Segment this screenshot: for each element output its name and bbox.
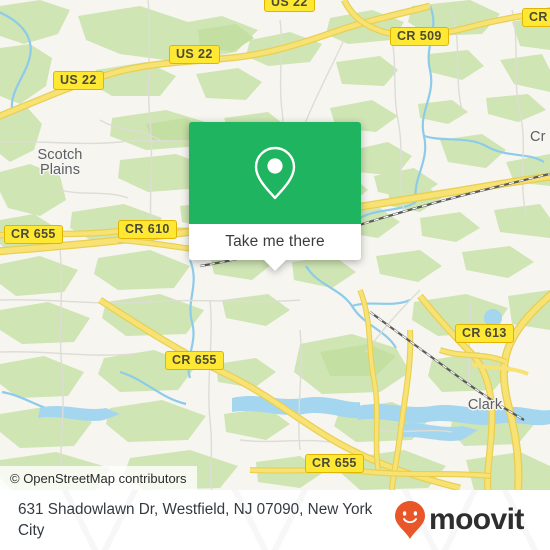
callout-action-row[interactable]: Take me there <box>189 224 361 260</box>
take-me-there-label: Take me there <box>225 233 325 250</box>
shield-cr-613[interactable]: CR 613 <box>455 324 514 343</box>
moovit-smiley-pin-icon <box>395 501 425 539</box>
map-pin-icon <box>254 146 296 200</box>
osm-attribution-text: © OpenStreetMap contributors <box>10 470 187 486</box>
shield-cr-655-mid[interactable]: CR 655 <box>165 351 224 370</box>
osm-attribution[interactable]: © OpenStreetMap contributors <box>0 466 197 490</box>
address-text: 631 Shadowlawn Dr, Westfield, NJ 07090, … <box>18 501 373 539</box>
shield-us-22-top[interactable]: US 22 <box>264 0 315 12</box>
shield-us-22-left[interactable]: US 22 <box>53 71 104 90</box>
moovit-wordmark: moovit <box>429 503 524 536</box>
callout-header <box>189 122 361 224</box>
shield-cr-509[interactable]: CR 509 <box>390 27 449 46</box>
shield-cr-655-bottom[interactable]: CR 655 <box>305 454 364 473</box>
shield-us-22-upper[interactable]: US 22 <box>169 45 220 64</box>
shield-cr-top-right[interactable]: CR 5 <box>522 8 550 27</box>
map-canvas[interactable]: Scotch Plains Clark Cr US 22 CR 509 CR 5… <box>0 0 550 490</box>
shield-cr-610[interactable]: CR 610 <box>118 220 177 239</box>
footer-bar: 631 Shadowlawn Dr, Westfield, NJ 07090, … <box>0 490 550 550</box>
moovit-map-screenshot: Scotch Plains Clark Cr US 22 CR 509 CR 5… <box>0 0 550 550</box>
moovit-logo[interactable]: moovit <box>394 500 524 540</box>
callout-tail <box>264 260 286 271</box>
location-callout-card[interactable]: Take me there <box>189 122 361 271</box>
shield-cr-655-left[interactable]: CR 655 <box>4 225 63 244</box>
